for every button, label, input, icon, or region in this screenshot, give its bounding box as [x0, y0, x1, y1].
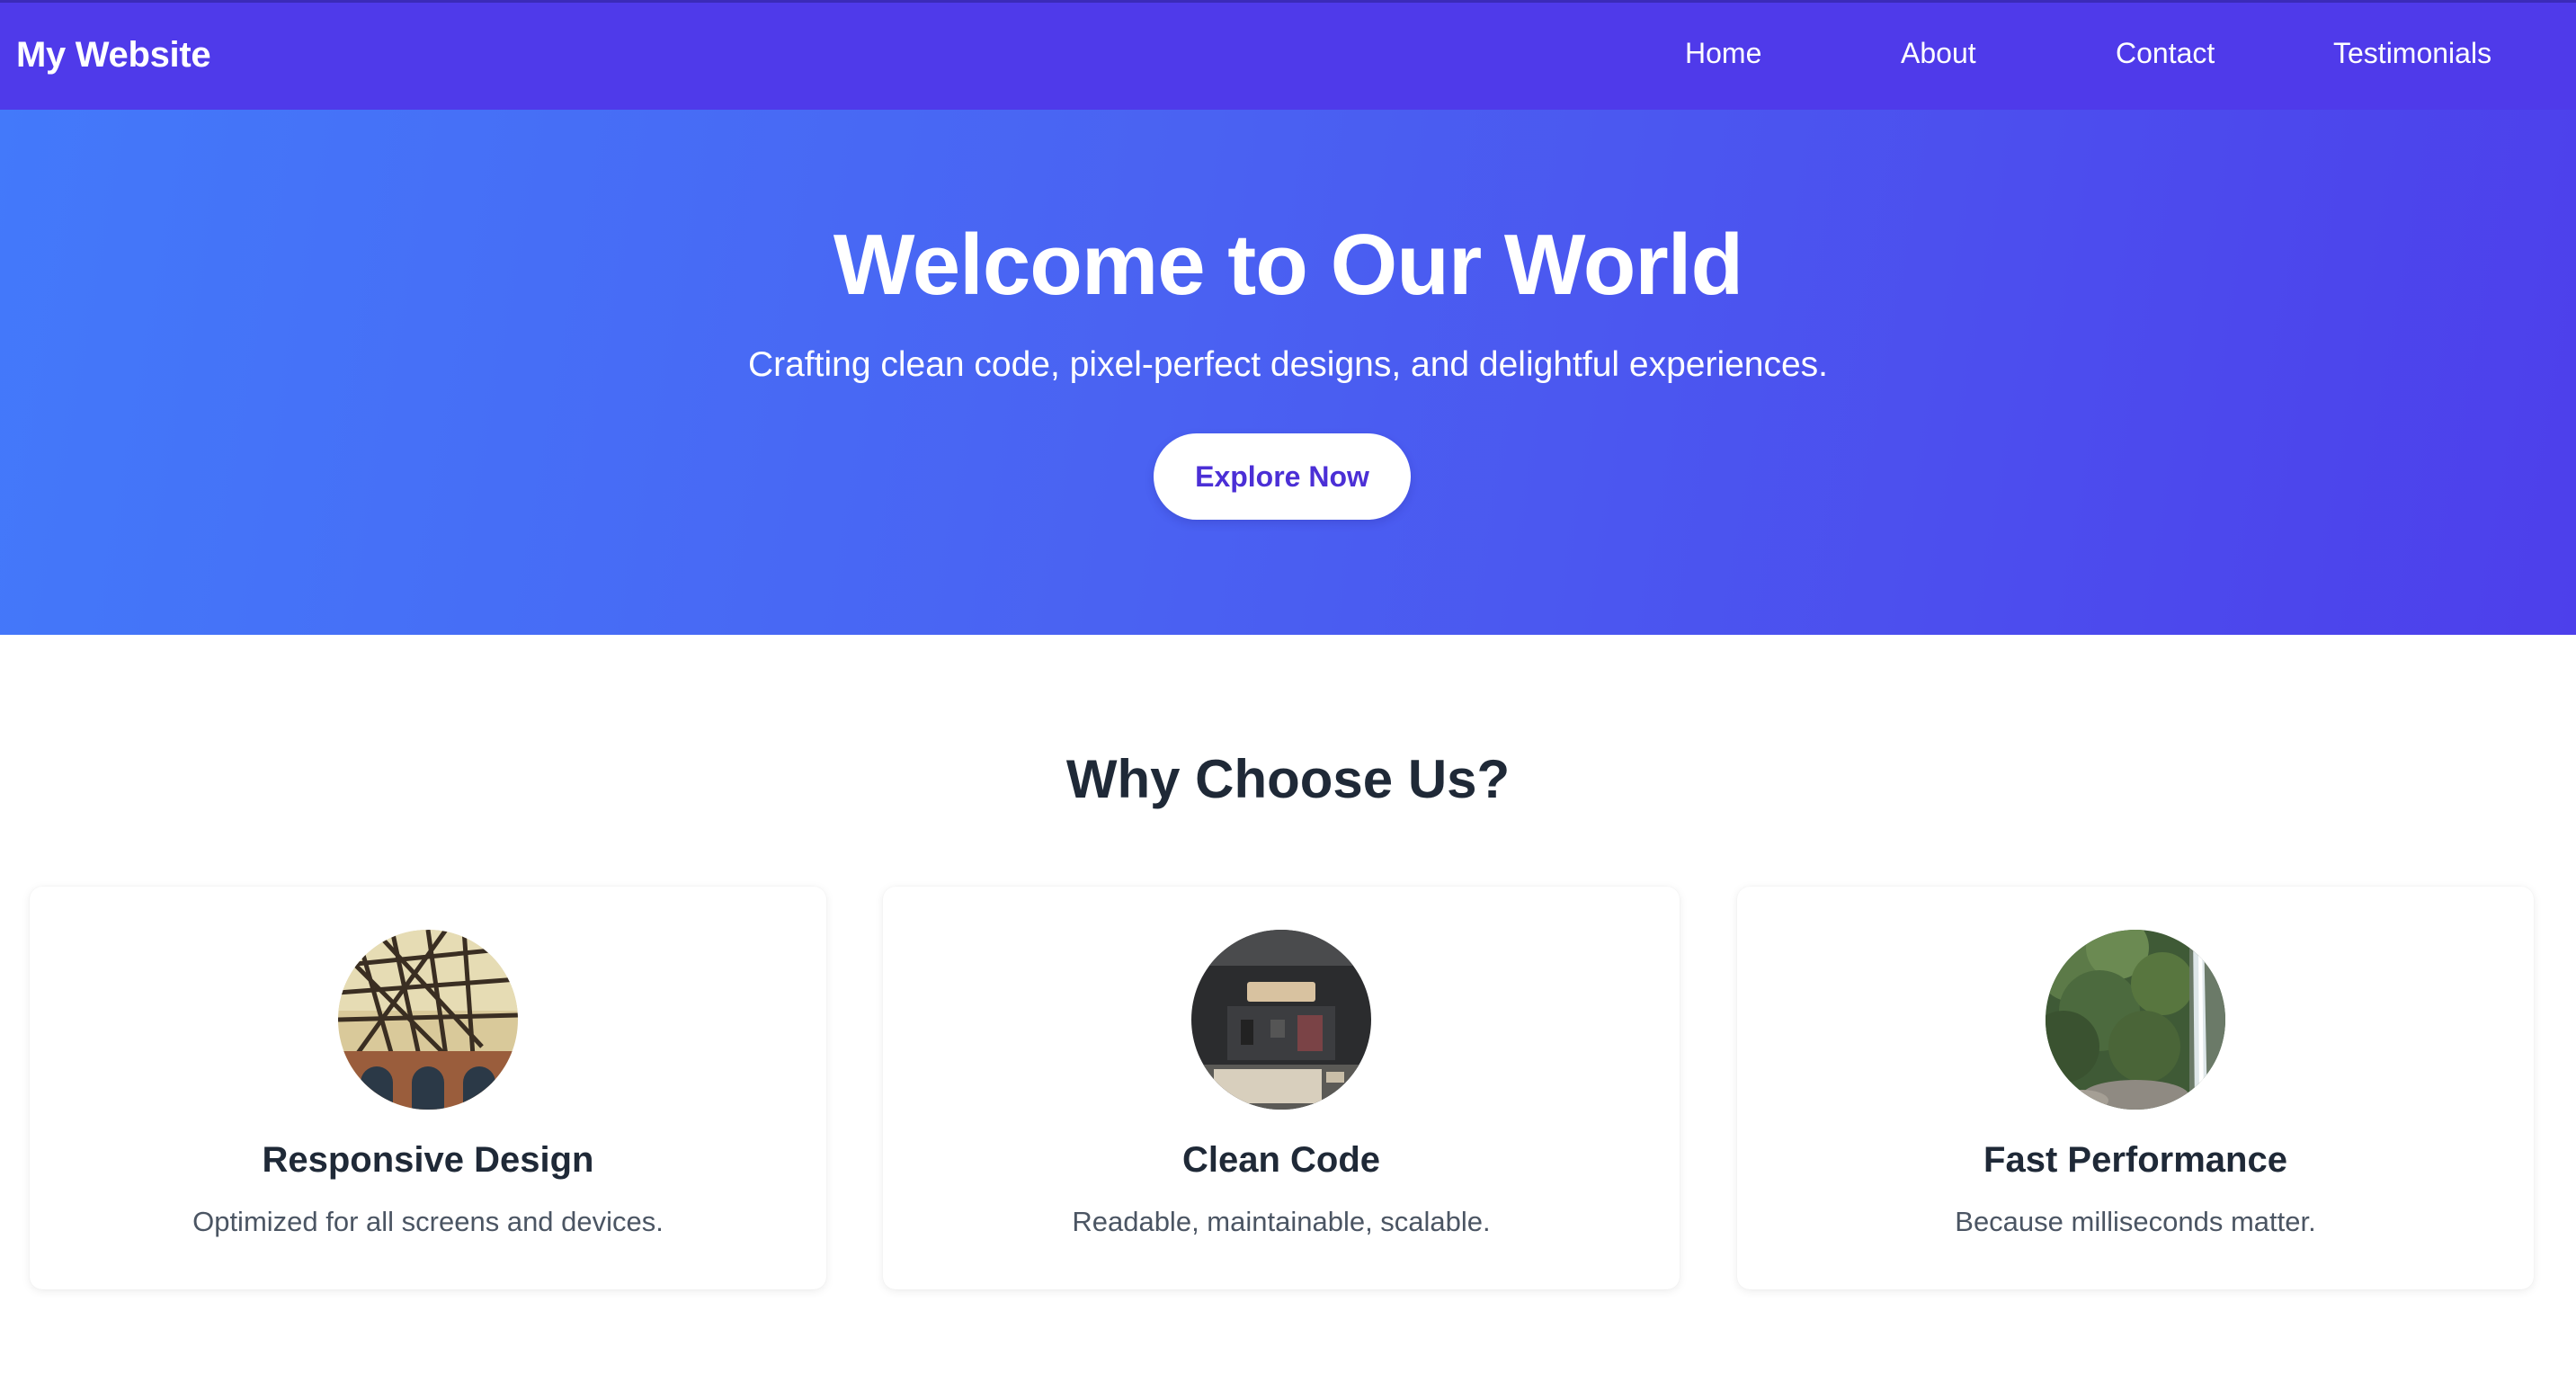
card-description: Readable, maintainable, scalable.: [1072, 1206, 1491, 1237]
nav-link-home[interactable]: Home: [1685, 37, 1761, 70]
card-description: Optimized for all screens and devices.: [192, 1206, 664, 1237]
nav-link-about[interactable]: About: [1901, 37, 1976, 70]
explore-now-button[interactable]: Explore Now: [1154, 433, 1411, 520]
card-title: Fast Performance: [1983, 1140, 2287, 1180]
hero-section: Welcome to Our World Crafting clean code…: [0, 110, 2576, 635]
laptop-keyboard-image: [1191, 930, 1371, 1110]
card-title: Clean Code: [1181, 1140, 1381, 1180]
feature-card-fast-performance: Fast Performance Because milliseconds ma…: [1737, 887, 2534, 1289]
nav-link-testimonials[interactable]: Testimonials: [2333, 37, 2491, 70]
brand-logo[interactable]: My Website: [16, 35, 211, 76]
architecture-image: [338, 930, 518, 1110]
nav-link-contact[interactable]: Contact: [2116, 37, 2215, 70]
feature-card-responsive-design: Responsive Design Optimized for all scre…: [30, 887, 826, 1289]
features-title: Why Choose Us?: [1065, 749, 1511, 809]
card-title: Responsive Design: [262, 1140, 594, 1180]
navbar: My Website Home About Contact Testimonia…: [0, 0, 2576, 110]
feature-card-clean-code: Clean Code Readable, maintainable, scala…: [883, 887, 1680, 1289]
waterfall-image: [2046, 930, 2225, 1110]
card-description: Because milliseconds matter.: [1955, 1206, 2316, 1237]
hero-title: Welcome to Our World: [833, 217, 1743, 313]
hero-subtitle: Crafting clean code, pixel-perfect desig…: [747, 345, 1829, 384]
